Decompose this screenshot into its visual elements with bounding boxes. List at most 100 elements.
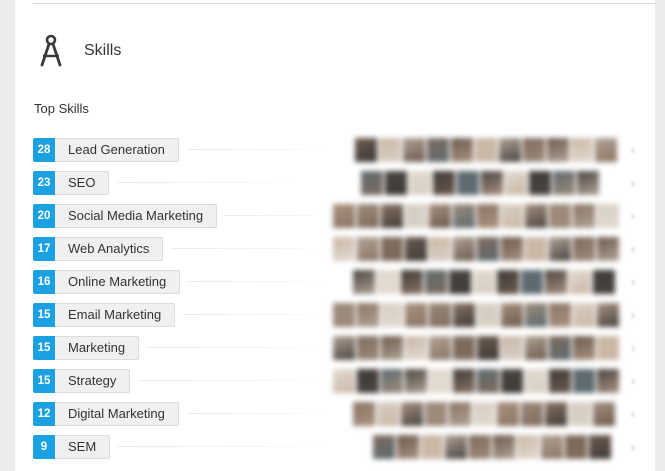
- chevron-right-icon[interactable]: ›: [627, 270, 639, 294]
- endorser-avatar[interactable]: [523, 138, 545, 162]
- endorsement-count-badge[interactable]: 12: [33, 402, 55, 426]
- endorser-avatar[interactable]: [473, 270, 495, 294]
- endorser-avatar[interactable]: [593, 270, 615, 294]
- chevron-right-icon[interactable]: ›: [627, 303, 639, 327]
- endorser-avatar[interactable]: [517, 435, 539, 459]
- chevron-right-icon[interactable]: ›: [627, 237, 639, 261]
- endorsement-count-badge[interactable]: 15: [33, 336, 55, 360]
- endorser-avatar[interactable]: [497, 270, 519, 294]
- endorser-avatar[interactable]: [569, 270, 591, 294]
- chevron-right-icon[interactable]: ›: [627, 204, 639, 228]
- endorser-avatar[interactable]: [545, 402, 567, 426]
- endorser-avatar[interactable]: [571, 138, 593, 162]
- endorser-avatar[interactable]: [541, 435, 563, 459]
- endorsement-count-badge[interactable]: 16: [33, 270, 55, 294]
- endorser-avatars[interactable]: [361, 171, 599, 195]
- endorser-avatar[interactable]: [449, 270, 471, 294]
- skill-name-pill[interactable]: Social Media Marketing: [55, 204, 218, 228]
- endorser-avatars[interactable]: [333, 336, 619, 360]
- endorser-avatar[interactable]: [497, 402, 519, 426]
- endorser-avatar[interactable]: [401, 402, 423, 426]
- endorser-avatar[interactable]: [449, 402, 471, 426]
- endorser-avatar[interactable]: [573, 369, 595, 393]
- endorser-avatar[interactable]: [433, 171, 455, 195]
- endorser-avatar[interactable]: [445, 435, 467, 459]
- endorser-avatar[interactable]: [429, 369, 451, 393]
- endorser-avatar[interactable]: [501, 336, 523, 360]
- endorser-avatars[interactable]: [333, 204, 619, 228]
- endorser-avatar[interactable]: [453, 204, 475, 228]
- endorser-avatar[interactable]: [405, 369, 427, 393]
- endorser-avatar[interactable]: [593, 402, 615, 426]
- endorser-avatar[interactable]: [545, 270, 567, 294]
- skill-name-pill[interactable]: Strategy: [55, 369, 131, 393]
- skill-name-pill[interactable]: Web Analytics: [55, 237, 164, 261]
- endorser-avatar[interactable]: [405, 237, 427, 261]
- endorser-avatar[interactable]: [577, 171, 599, 195]
- endorser-avatar[interactable]: [597, 237, 619, 261]
- endorser-avatar[interactable]: [525, 369, 547, 393]
- endorser-avatar[interactable]: [477, 303, 499, 327]
- endorser-avatar[interactable]: [549, 369, 571, 393]
- endorser-avatar[interactable]: [357, 303, 379, 327]
- endorser-avatar[interactable]: [475, 138, 497, 162]
- endorser-avatar[interactable]: [569, 402, 591, 426]
- chevron-right-icon[interactable]: ›: [627, 435, 639, 459]
- endorser-avatar[interactable]: [333, 369, 355, 393]
- endorser-avatar[interactable]: [427, 138, 449, 162]
- endorser-avatar[interactable]: [505, 171, 527, 195]
- endorser-avatar[interactable]: [553, 171, 575, 195]
- chevron-right-icon[interactable]: ›: [627, 402, 639, 426]
- endorser-avatar[interactable]: [521, 270, 543, 294]
- endorser-avatar[interactable]: [525, 237, 547, 261]
- endorser-avatar[interactable]: [477, 336, 499, 360]
- endorser-avatars[interactable]: [355, 138, 617, 162]
- endorser-avatar[interactable]: [377, 270, 399, 294]
- endorser-avatar[interactable]: [429, 237, 451, 261]
- endorser-avatar[interactable]: [333, 303, 355, 327]
- endorser-avatar[interactable]: [377, 402, 399, 426]
- endorser-avatar[interactable]: [573, 237, 595, 261]
- endorser-avatars[interactable]: [333, 237, 619, 261]
- endorser-avatar[interactable]: [477, 237, 499, 261]
- endorser-avatar[interactable]: [333, 237, 355, 261]
- endorser-avatar[interactable]: [429, 204, 451, 228]
- chevron-right-icon[interactable]: ›: [627, 336, 639, 360]
- endorser-avatar[interactable]: [409, 171, 431, 195]
- endorser-avatar[interactable]: [453, 369, 475, 393]
- endorser-avatar[interactable]: [573, 303, 595, 327]
- endorser-avatar[interactable]: [493, 435, 515, 459]
- chevron-right-icon[interactable]: ›: [627, 171, 639, 195]
- endorser-avatar[interactable]: [425, 270, 447, 294]
- endorser-avatar[interactable]: [525, 303, 547, 327]
- endorser-avatar[interactable]: [451, 138, 473, 162]
- skill-name-pill[interactable]: SEO: [55, 171, 110, 195]
- endorser-avatar[interactable]: [381, 204, 403, 228]
- endorser-avatar[interactable]: [429, 336, 451, 360]
- endorser-avatar[interactable]: [477, 369, 499, 393]
- endorser-avatar[interactable]: [453, 303, 475, 327]
- endorsement-count-badge[interactable]: 9: [33, 435, 55, 459]
- skill-name-pill[interactable]: Lead Generation: [55, 138, 179, 162]
- endorser-avatar[interactable]: [385, 171, 407, 195]
- endorsement-count-badge[interactable]: 28: [33, 138, 55, 162]
- endorser-avatar[interactable]: [397, 435, 419, 459]
- endorser-avatar[interactable]: [405, 204, 427, 228]
- skill-name-pill[interactable]: SEM: [55, 435, 111, 459]
- endorser-avatars[interactable]: [353, 402, 615, 426]
- endorser-avatar[interactable]: [589, 435, 611, 459]
- endorser-avatar[interactable]: [477, 204, 499, 228]
- endorser-avatar[interactable]: [501, 204, 523, 228]
- endorser-avatar[interactable]: [353, 402, 375, 426]
- endorser-avatars[interactable]: [373, 435, 611, 459]
- endorser-avatar[interactable]: [549, 303, 571, 327]
- endorser-avatars[interactable]: [353, 270, 615, 294]
- endorser-avatar[interactable]: [405, 336, 427, 360]
- endorser-avatar[interactable]: [355, 138, 377, 162]
- endorser-avatar[interactable]: [549, 336, 571, 360]
- endorser-avatar[interactable]: [361, 171, 383, 195]
- endorser-avatar[interactable]: [381, 336, 403, 360]
- endorser-avatar[interactable]: [501, 303, 523, 327]
- endorser-avatar[interactable]: [549, 204, 571, 228]
- endorser-avatar[interactable]: [481, 171, 503, 195]
